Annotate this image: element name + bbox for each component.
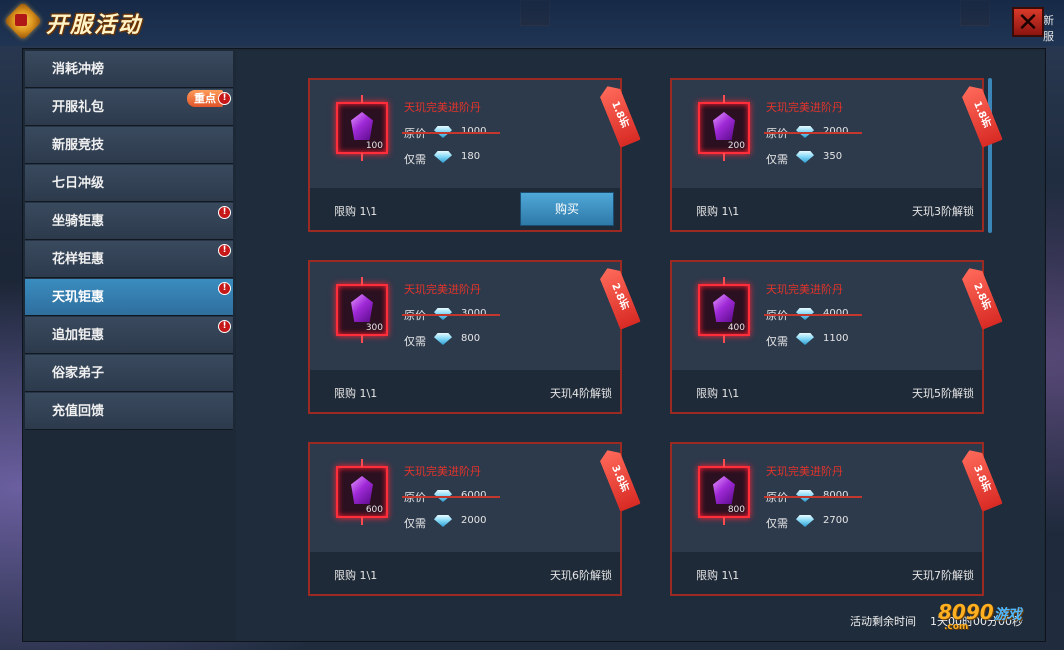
item-name: 天玑完美进阶丹 xyxy=(404,465,481,478)
purchase-limit: 限购 1\1 xyxy=(334,205,378,218)
unlock-requirement: 天玑6阶解锁 xyxy=(550,569,612,582)
item-name: 天玑完美进阶丹 xyxy=(404,101,481,114)
close-button[interactable]: ✕ xyxy=(1012,7,1044,37)
item-slot[interactable]: 200 xyxy=(698,95,750,161)
sale-price: 350 xyxy=(823,151,843,162)
deal-card: 800 天玑完美进阶丹 原价 8000 仅需 2700 限购 1\1 天玑7阶解… xyxy=(670,442,984,596)
alert-badge-icon: ! xyxy=(218,244,231,257)
watermark-number: 8090 xyxy=(938,600,994,624)
sidebar-item-label: 开服礼包 xyxy=(52,100,105,115)
sidebar-item-tianji-deal[interactable]: 天玑钜惠 ! xyxy=(25,279,233,316)
unlock-requirement: 天玑3阶解锁 xyxy=(912,205,974,218)
sidebar: 消耗冲榜 开服礼包 重点 ! 新服竞技 七日冲级 坐骑钜惠 ! 花样钜惠 ! 天… xyxy=(25,51,233,430)
deal-card: 600 天玑完美进阶丹 原价 6000 仅需 2000 限购 1\1 天玑6阶解… xyxy=(308,442,622,596)
sidebar-item-consume-rank[interactable]: 消耗冲榜 xyxy=(25,51,233,88)
item-slot[interactable]: 300 xyxy=(336,277,388,343)
item-name: 天玑完美进阶丹 xyxy=(766,465,843,478)
strikethrough-line xyxy=(764,496,862,498)
deal-card: 100 天玑完美进阶丹 原价 1000 仅需 180 限购 1\1 购买 1.8… xyxy=(308,78,622,232)
item-quantity: 100 xyxy=(365,141,383,151)
sidebar-item-opening-gift[interactable]: 开服礼包 重点 ! xyxy=(25,89,233,126)
purple-gem-icon xyxy=(351,112,373,140)
sale-price-label: 仅需 xyxy=(766,335,788,348)
sale-price: 1100 xyxy=(823,333,849,344)
item-quantity: 400 xyxy=(727,323,745,333)
strikethrough-line xyxy=(402,496,500,498)
sale-price: 800 xyxy=(461,333,481,344)
sale-price: 180 xyxy=(461,151,481,162)
sidebar-item-label: 充值回馈 xyxy=(52,404,105,419)
timer-label: 活动剩余时间 xyxy=(850,615,916,628)
item-slot[interactable]: 600 xyxy=(336,459,388,525)
item-quantity: 200 xyxy=(727,141,745,151)
item-name: 天玑完美进阶丹 xyxy=(766,283,843,296)
site-watermark-logo: 8090游戏 .com xyxy=(938,600,1022,632)
purchase-limit: 限购 1\1 xyxy=(696,569,740,582)
item-quantity: 800 xyxy=(727,505,745,515)
sale-price: 2000 xyxy=(461,515,487,526)
strikethrough-line xyxy=(402,314,500,316)
deal-card: 300 天玑完美进阶丹 原价 3000 仅需 800 限购 1\1 天玑4阶解锁… xyxy=(308,260,622,414)
sidebar-item-label: 新服竞技 xyxy=(52,138,105,153)
deal-card: 200 天玑完美进阶丹 原价 2000 仅需 350 限购 1\1 天玑3阶解锁… xyxy=(670,78,984,232)
purple-gem-icon xyxy=(351,476,373,504)
strikethrough-line xyxy=(764,314,862,316)
buy-button[interactable]: 购买 xyxy=(520,192,614,226)
alert-badge-icon: ! xyxy=(218,92,231,105)
item-name: 天玑完美进阶丹 xyxy=(766,101,843,114)
strikethrough-line xyxy=(764,132,862,134)
deal-card: 400 天玑完美进阶丹 原价 4000 仅需 1100 限购 1\1 天玑5阶解… xyxy=(670,260,984,414)
sidebar-item-mount-deal[interactable]: 坐骑钜惠 ! xyxy=(25,203,233,240)
corner-label: 新服 xyxy=(1043,14,1054,43)
unlock-requirement: 天玑4阶解锁 xyxy=(550,387,612,400)
purple-gem-icon xyxy=(351,294,373,322)
item-slot[interactable]: 800 xyxy=(698,459,750,525)
sidebar-item-recharge-reward[interactable]: 充值回馈 xyxy=(25,393,233,430)
content-scrollbar[interactable] xyxy=(988,78,992,233)
item-quantity: 600 xyxy=(365,505,383,515)
sidebar-item-label: 天玑钜惠 xyxy=(52,290,105,305)
sidebar-item-lay-disciple[interactable]: 俗家弟子 xyxy=(25,355,233,392)
sale-price-label: 仅需 xyxy=(766,153,788,166)
strikethrough-line xyxy=(402,132,500,134)
sidebar-item-fancy-deal[interactable]: 花样钜惠 ! xyxy=(25,241,233,278)
item-quantity: 300 xyxy=(365,323,383,333)
unlock-requirement: 天玑7阶解锁 xyxy=(912,569,974,582)
purchase-limit: 限购 1\1 xyxy=(696,205,740,218)
purple-gem-icon xyxy=(713,112,735,140)
purchase-limit: 限购 1\1 xyxy=(334,387,378,400)
watermark-text: 游戏 xyxy=(993,607,1022,623)
sale-price-label: 仅需 xyxy=(404,517,426,530)
sale-price-label: 仅需 xyxy=(404,335,426,348)
sidebar-item-label: 七日冲级 xyxy=(52,176,105,191)
sidebar-item-label: 消耗冲榜 xyxy=(52,62,105,77)
sale-price-label: 仅需 xyxy=(404,153,426,166)
item-name: 天玑完美进阶丹 xyxy=(404,283,481,296)
item-slot[interactable]: 100 xyxy=(336,95,388,161)
sidebar-item-label: 坐骑钜惠 xyxy=(52,214,105,229)
purchase-limit: 限购 1\1 xyxy=(696,387,740,400)
sale-price-label: 仅需 xyxy=(766,517,788,530)
purchase-limit: 限购 1\1 xyxy=(334,569,378,582)
sidebar-item-label: 追加钜惠 xyxy=(52,328,105,343)
alert-badge-icon: ! xyxy=(218,206,231,219)
unlock-requirement: 天玑5阶解锁 xyxy=(912,387,974,400)
watermark-domain: .com xyxy=(944,622,969,632)
sale-price: 2700 xyxy=(823,515,849,526)
sidebar-item-extra-deal[interactable]: 追加钜惠 ! xyxy=(25,317,233,354)
emblem-gem-icon xyxy=(15,14,27,26)
alert-badge-icon: ! xyxy=(218,282,231,295)
sidebar-item-seven-day-level[interactable]: 七日冲级 xyxy=(25,165,233,202)
alert-badge-icon: ! xyxy=(218,320,231,333)
window-header: 开服活动 新服 ✕ xyxy=(0,0,1064,46)
window-title: 开服活动 xyxy=(46,13,143,38)
sidebar-item-label: 花样钜惠 xyxy=(52,252,105,267)
sidebar-item-new-server-arena[interactable]: 新服竞技 xyxy=(25,127,233,164)
item-slot[interactable]: 400 xyxy=(698,277,750,343)
purple-gem-icon xyxy=(713,476,735,504)
purple-gem-icon xyxy=(713,294,735,322)
sidebar-item-label: 俗家弟子 xyxy=(52,366,105,381)
